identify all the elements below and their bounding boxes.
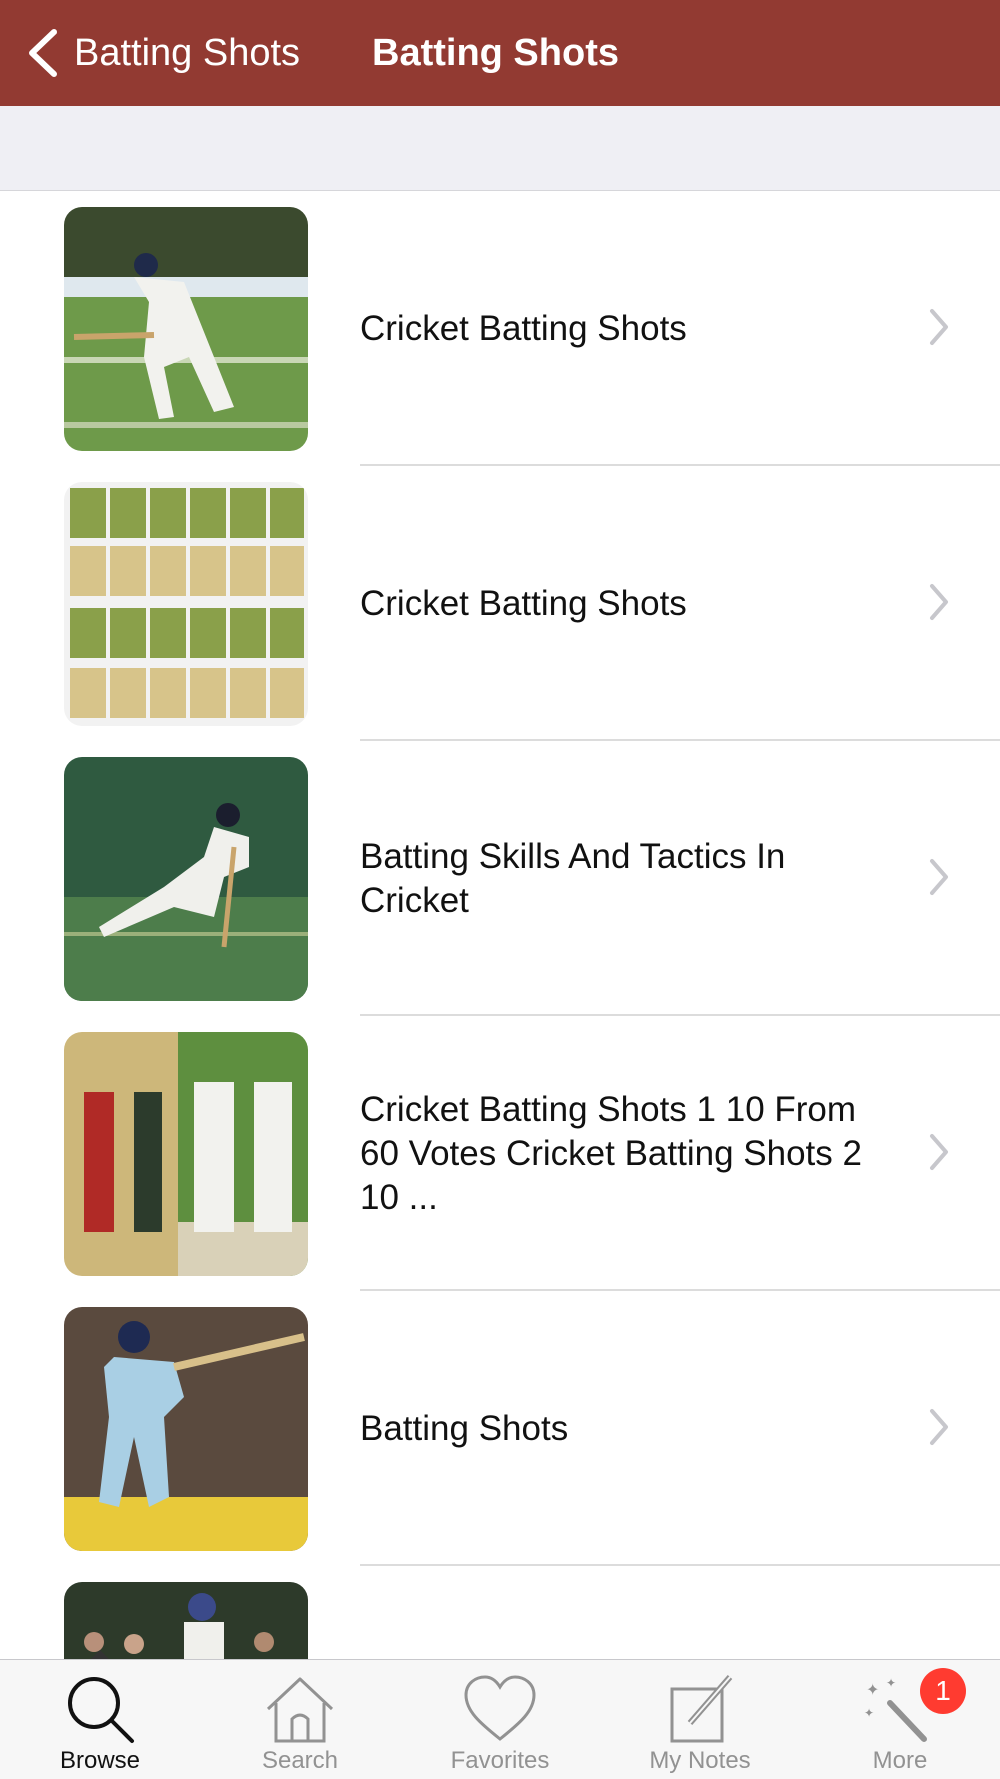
list-item[interactable]: Batting Shots [0,1291,1000,1566]
list-item[interactable]: Batting Skills And Tactics In Cricket [0,741,1000,1016]
list-item-title: Cricket Batting Shots [360,583,687,623]
thumbnail-image [64,482,308,726]
thumbnail-image [64,207,308,451]
list-item-title: Cricket Batting Shots [360,308,687,348]
results-list: Cricket Batting Shots Cricket Batting Sh… [0,191,1000,1659]
tab-label: Favorites [450,1747,550,1774]
sub-header-bar [0,106,1000,191]
thumbnail-image [64,1032,308,1276]
list-item[interactable]: Cricket Batting Shots [0,466,1000,741]
chevron-left-icon [29,29,57,77]
list-item-title: Batting Skills And Tactics In Cricket [360,836,786,920]
tab-label: My Notes [649,1747,751,1774]
pencil-note-icon [670,1675,733,1743]
home-icon [266,1677,334,1743]
search-icon [68,1677,134,1743]
chevron-right-icon [930,859,948,895]
list-item[interactable] [0,1566,1000,1659]
notification-badge: 1 [920,1668,966,1714]
svg-text:✦: ✦ [866,1680,879,1699]
chevron-right-icon [930,1409,948,1445]
list-item-title [360,1566,900,1659]
tab-browse[interactable]: Browse [0,1660,200,1779]
tab-my-notes[interactable]: My Notes [600,1660,800,1779]
back-button[interactable]: Batting Shots [24,18,300,88]
list-item[interactable]: Cricket Batting Shots 1 10 From 60 Votes… [0,1016,1000,1291]
back-button-label: Batting Shots [74,31,301,74]
chevron-right-icon [930,584,948,620]
tab-label: Browse [59,1747,141,1774]
tab-label: Search [261,1747,339,1774]
list-item-title: Cricket Batting Shots 1 10 From 60 Votes… [360,1089,862,1217]
tab-search[interactable]: Search [200,1660,400,1779]
tab-favorites[interactable]: Favorites [400,1660,600,1779]
tab-label: More [872,1747,928,1774]
chevron-right-icon [930,1134,948,1170]
thumbnail-image [64,757,308,1001]
list-item-title: Batting Shots [360,1408,569,1448]
tab-more[interactable]: ✦ ✦ ✦ More [800,1660,1000,1779]
navigation-bar: Batting Shots Batting Shots [0,0,1000,106]
tab-bar: Browse Search Favorites My Notes ✦ ✦ ✦ M… [0,1659,1000,1779]
thumbnail-image [64,1307,308,1551]
list-item[interactable]: Cricket Batting Shots [0,191,1000,466]
chevron-right-icon [930,309,948,345]
heart-icon [464,1675,536,1741]
page-title: Batting Shots [372,31,619,74]
svg-text:✦: ✦ [864,1706,874,1720]
svg-text:✦: ✦ [886,1676,896,1690]
